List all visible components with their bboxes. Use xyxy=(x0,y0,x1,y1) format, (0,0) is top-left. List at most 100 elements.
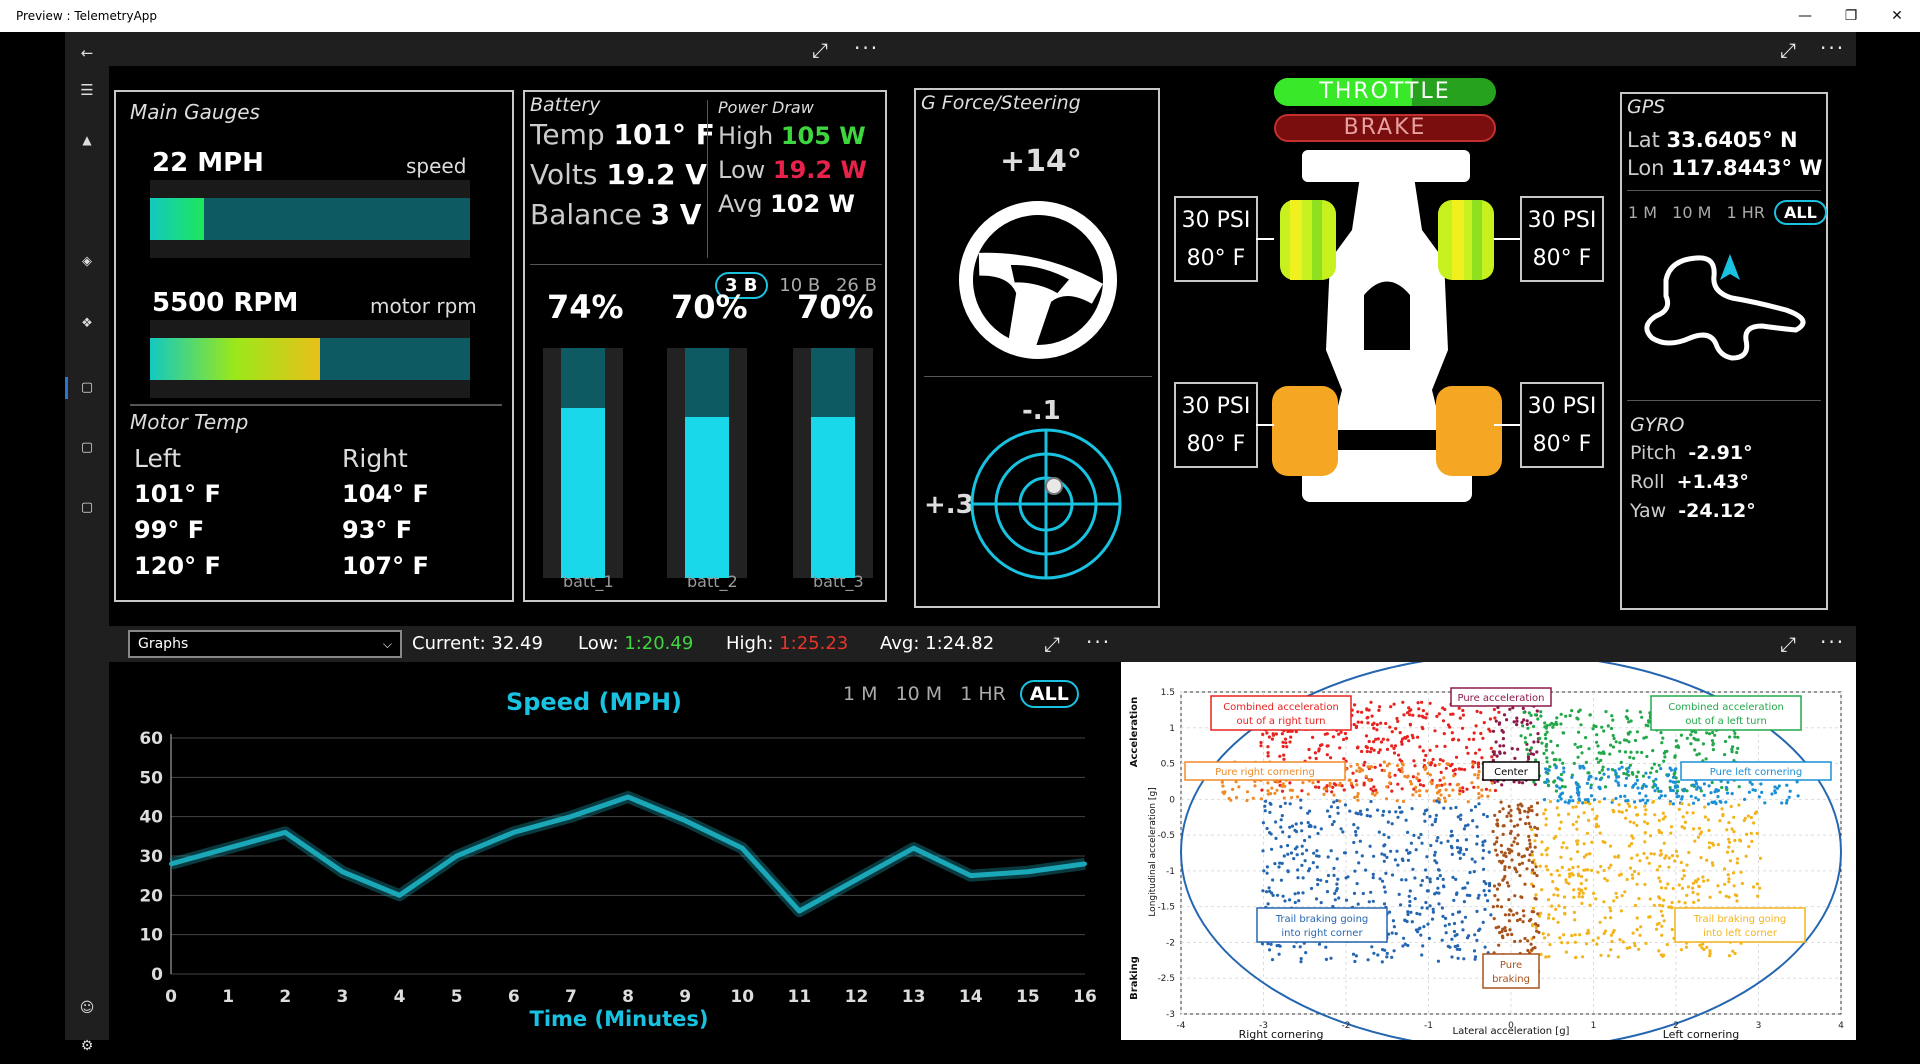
gg-scatter-point xyxy=(1451,875,1455,879)
gg-scatter-point xyxy=(1683,901,1687,905)
gg-scatter-point xyxy=(1674,780,1678,784)
y-tick-label: 10 xyxy=(139,926,163,946)
more-options-icon[interactable]: ··· xyxy=(1820,38,1845,58)
gg-scatter-point xyxy=(1492,917,1496,921)
gg-scatter-point xyxy=(1415,911,1419,916)
gg-scatter-point xyxy=(1326,873,1331,878)
gg-scatter-point xyxy=(1723,867,1727,871)
gg-scatter-point xyxy=(1602,772,1606,776)
gg-scatter-point xyxy=(1444,931,1448,935)
gg-scatter-point xyxy=(1279,878,1283,882)
expand-icon[interactable]: ⤢ xyxy=(812,40,828,60)
gg-scatter-point xyxy=(1498,744,1502,748)
gg-scatter-point xyxy=(1589,794,1594,798)
gg-scatter-point xyxy=(1273,862,1277,866)
more-options-icon[interactable]: ··· xyxy=(854,38,879,58)
gg-scatter-point xyxy=(1427,761,1431,765)
gg-scatter-point xyxy=(1477,893,1481,897)
gps-range-1m[interactable]: 1 M xyxy=(1628,203,1657,222)
gg-scatter-point xyxy=(1266,902,1270,906)
gg-scatter-point xyxy=(1355,763,1359,767)
x-tick-label: 12 xyxy=(845,987,869,1007)
gg-scatter-point xyxy=(1558,786,1562,790)
expand-icon[interactable]: ⤢ xyxy=(1780,40,1796,60)
battery-cell-percent: 70% xyxy=(797,288,874,326)
gg-scatter-point xyxy=(1353,703,1357,707)
cube-icon[interactable]: ▢ xyxy=(65,430,109,466)
gg-scatter-point xyxy=(1358,839,1362,843)
gg-scatter-point xyxy=(1389,705,1393,709)
settings-gear-icon[interactable]: ⚙ xyxy=(65,1028,109,1064)
gg-scatter-point xyxy=(1424,900,1428,905)
gg-scatter-point xyxy=(1288,898,1292,902)
expand-icon[interactable]: ⤢ xyxy=(1780,634,1796,654)
gg-scatter-point xyxy=(1544,744,1548,748)
gg-scatter-point xyxy=(1306,821,1310,825)
gg-scatter-point xyxy=(1522,710,1526,714)
power-draw-title: Power Draw xyxy=(718,98,814,117)
gg-scatter-point xyxy=(1417,714,1421,718)
gg-scatter-point xyxy=(1619,760,1623,764)
cube-icon[interactable]: ▢ xyxy=(65,370,109,406)
gg-scatter-point xyxy=(1334,783,1338,787)
gps-range-1hr[interactable]: 1 HR xyxy=(1727,203,1765,222)
expand-icon[interactable]: ⤢ xyxy=(1044,634,1060,654)
gg-scatter-point xyxy=(1477,792,1481,796)
minimize-icon[interactable]: — xyxy=(1782,4,1828,28)
y-tick-label: 0 xyxy=(151,965,163,985)
gg-scatter-point xyxy=(1382,885,1386,889)
gg-scatter-point xyxy=(1441,914,1445,918)
gg-scatter-point xyxy=(1604,710,1608,714)
gg-scatter-point xyxy=(1723,739,1728,744)
user-icon[interactable]: ☺ xyxy=(65,990,109,1026)
gg-scatter-point xyxy=(1493,716,1497,720)
gg-scatter-point xyxy=(1580,751,1584,755)
more-options-icon[interactable]: ··· xyxy=(1086,632,1111,652)
gg-scatter-point xyxy=(1362,763,1366,767)
gps-range-all[interactable]: ALL xyxy=(1774,200,1827,225)
back-arrow-icon[interactable]: ← xyxy=(65,35,109,71)
gg-scatter-point xyxy=(1383,890,1387,894)
gg-scatter-point xyxy=(1397,892,1401,896)
gg-scatter-point xyxy=(1405,848,1409,852)
gg-scatter-point xyxy=(1425,906,1429,910)
left-navigation-rail: ← ☰ ▲ ◈ ❖ ▢ ▢ ▢ ☺ ⚙ xyxy=(65,32,109,1054)
gg-scatter-point xyxy=(1603,785,1608,789)
gg-scatter-point xyxy=(1364,734,1369,738)
gg-scatter-point xyxy=(1508,928,1512,932)
speed-chart-panel: 1 M 10 M 1 HR ALL Speed (MPH) Time (Minu… xyxy=(109,662,1121,1040)
gg-scatter-point xyxy=(1609,916,1613,920)
gg-scatter-point xyxy=(1426,771,1430,776)
gps-range-10m[interactable]: 10 M xyxy=(1672,203,1711,222)
gg-scatter-point xyxy=(1365,716,1369,720)
gg-scatter-point xyxy=(1264,799,1268,803)
gg-scatter-point xyxy=(1533,839,1537,843)
gg-scatter-point xyxy=(1576,788,1580,792)
avg-lap-label: Avg: xyxy=(880,633,920,654)
gg-scatter-point xyxy=(1439,793,1443,797)
gg-scatter-point xyxy=(1288,802,1292,806)
gg-scatter-point xyxy=(1643,831,1647,835)
gg-scatter-point xyxy=(1534,833,1538,837)
gg-scatter-point xyxy=(1644,771,1648,775)
close-icon[interactable]: ✕ xyxy=(1874,4,1920,28)
gg-scatter-point xyxy=(1493,894,1497,898)
graphs-dropdown[interactable]: Graphs ⌵ xyxy=(128,630,402,658)
cube-icon[interactable]: ▢ xyxy=(65,490,109,526)
gg-scatter-point xyxy=(1352,891,1357,895)
more-options-icon[interactable]: ··· xyxy=(1820,632,1845,652)
layers-icon[interactable]: ◈ xyxy=(65,244,109,280)
maximize-icon[interactable]: ❐ xyxy=(1828,4,1874,28)
gg-scatter-point xyxy=(1521,909,1525,913)
gg-scatter-point xyxy=(1707,828,1711,833)
warning-icon[interactable]: ▲ xyxy=(65,122,109,158)
gg-scatter-point xyxy=(1375,728,1379,732)
gg-scatter-point xyxy=(1268,810,1272,814)
gg-scatter-point xyxy=(1627,720,1631,724)
hamburger-menu-icon[interactable]: ☰ xyxy=(65,72,109,108)
gg-scatter-point xyxy=(1727,954,1732,958)
navigation-icon[interactable]: ❖ xyxy=(65,306,109,342)
gg-scatter-point xyxy=(1279,845,1283,849)
gg-scatter-point xyxy=(1716,795,1720,799)
gg-scatter-point xyxy=(1613,855,1617,859)
